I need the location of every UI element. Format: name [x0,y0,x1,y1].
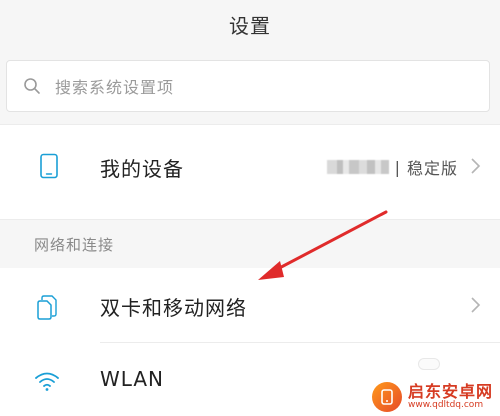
my-device-label: 我的设备 [100,157,184,181]
page-title: 设置 [229,13,271,38]
list-item-dual-sim[interactable]: 双卡和移动网络 [0,268,500,342]
search-bar[interactable]: 搜索系统设置项 [6,60,490,112]
version-separator: | [394,157,401,177]
device-version: | 稳定版 [326,155,458,179]
watermark-name: 启东安卓网 [408,381,494,401]
blurred-version-number [326,160,389,174]
chevron-right-icon [471,297,481,313]
wlan-label: WLAN [100,367,165,391]
wifi-icon [34,368,60,394]
watermark-logo-icon [372,382,402,412]
version-label: 稳定版 [406,159,458,178]
header: 设置 [0,0,500,48]
dual-sim-icon [34,294,60,320]
watermark-url: www.qdltdq.com [408,399,484,410]
watermark: 启东安卓网 www.qdltdq.com [372,378,500,416]
phone-icon [36,153,62,179]
wlan-toggle[interactable] [418,358,440,370]
search-icon [23,77,41,95]
chevron-right-icon [471,158,481,174]
section-title-network: 网络和连接 [34,236,115,254]
search-placeholder: 搜索系统设置项 [55,78,175,97]
dual-sim-label: 双卡和移动网络 [100,296,247,320]
my-device-row[interactable]: 我的设备 | 稳定版 [0,124,500,220]
